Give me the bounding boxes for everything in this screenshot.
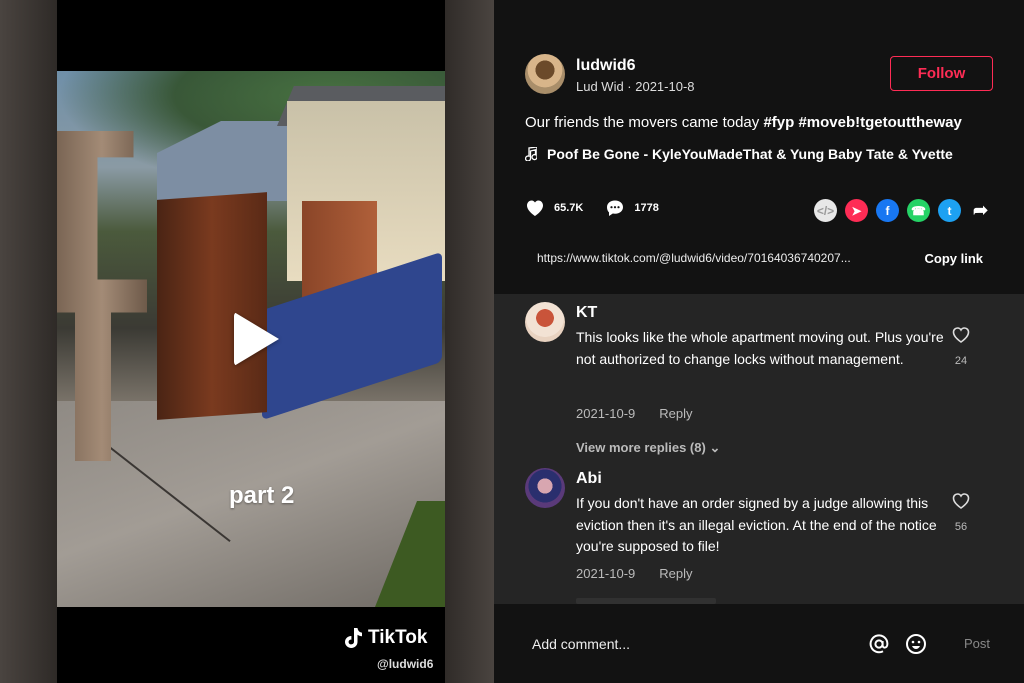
comment-stat[interactable]: 1778	[605, 199, 659, 217]
copy-link-button[interactable]: Copy link	[924, 251, 983, 266]
description-hashtags[interactable]: #fyp #moveb!tgetouttheway	[763, 114, 961, 131]
commenter-avatar[interactable]	[525, 468, 565, 508]
commenter-name[interactable]: KT	[576, 304, 597, 322]
twitter-icon[interactable]: t	[938, 199, 961, 222]
comment-like[interactable]: 24	[949, 326, 973, 367]
reply-button[interactable]: Reply	[659, 406, 692, 421]
comment-like[interactable]: 56	[949, 492, 973, 533]
comment-bubble-icon[interactable]	[605, 199, 625, 217]
comments-list[interactable]: KT This looks like the whole apartment m…	[494, 294, 1024, 604]
video-area: part 2 TikTok @ludwid6	[0, 0, 494, 683]
comment-meta: 2021-10-9 Reply	[576, 406, 693, 421]
comment-like-count: 24	[954, 355, 968, 367]
heart-outline-icon[interactable]	[951, 326, 971, 344]
comment-like-count: 56	[954, 521, 968, 533]
comment-date: 2021-10-9	[576, 566, 636, 581]
watermark-handle: @ludwid6	[377, 657, 434, 671]
video-description: Our friends the movers came today #fyp #…	[525, 114, 962, 131]
music-link[interactable]: Poof Be Gone - KyleYouMadeThat & Yung Ba…	[525, 146, 953, 162]
play-icon[interactable]	[234, 312, 279, 366]
embed-icon[interactable]: </>	[814, 199, 837, 222]
view-more-replies[interactable]: View more replies (8) ⌄	[576, 440, 720, 456]
tiktok-logo-icon	[345, 628, 362, 648]
whatsapp-icon[interactable]: ☎	[907, 199, 930, 222]
author-avatar[interactable]	[525, 54, 565, 94]
comment-item: Abi If you don't have an order signed by…	[525, 468, 995, 598]
video-caption: part 2	[229, 482, 295, 509]
view-more-replies-label: View more replies (8)	[576, 440, 706, 455]
comment-text: This looks like the whole apartment movi…	[576, 329, 944, 367]
tiktok-video-page: part 2 TikTok @ludwid6 ludwid6 Lud Wid ·…	[0, 0, 1024, 683]
commenter-avatar[interactable]	[525, 302, 565, 342]
watermark-text: TikTok	[368, 627, 428, 648]
send-icon[interactable]: ➤	[845, 199, 868, 222]
chevron-down-icon: ⌄	[709, 440, 721, 455]
comment-input[interactable]: Add comment...	[532, 636, 630, 652]
comment-meta: 2021-10-9 Reply	[576, 566, 693, 581]
copy-link-box: https://www.tiktok.com/@ludwid6/video/70…	[525, 240, 995, 276]
comment-item: KT This looks like the whole apartment m…	[525, 302, 995, 462]
video-url: https://www.tiktok.com/@ludwid6/video/70…	[537, 251, 851, 265]
scene-cabinet	[157, 192, 267, 420]
follow-button[interactable]: Follow	[890, 56, 993, 91]
comment-composer: Add comment... Post	[494, 604, 1024, 683]
comment-count: 1778	[634, 202, 659, 214]
share-arrow-icon[interactable]: ➦	[969, 199, 992, 222]
details-panel: ludwid6 Lud Wid · 2021-10-8 Follow Our f…	[494, 0, 1024, 683]
mention-icon[interactable]	[868, 633, 890, 655]
author-username[interactable]: ludwid6	[576, 57, 636, 75]
emoji-icon[interactable]	[905, 633, 927, 655]
description-text: Our friends the movers came today	[525, 114, 764, 131]
commenter-name[interactable]: Abi	[576, 470, 602, 488]
engagement-stats: 65.7K 1778	[525, 199, 681, 217]
like-count: 65.7K	[554, 202, 584, 214]
video-player[interactable]: part 2 TikTok @ludwid6	[57, 0, 445, 683]
author-subline: Lud Wid · 2021-10-8	[576, 79, 695, 94]
music-title: Poof Be Gone - KyleYouMadeThat & Yung Ba…	[547, 146, 953, 162]
tiktok-watermark: TikTok	[344, 627, 427, 649]
share-buttons: </> ➤ f ☎ t ➦	[814, 199, 992, 222]
facebook-icon[interactable]: f	[876, 199, 899, 222]
reply-button[interactable]: Reply	[659, 566, 692, 581]
heart-icon[interactable]	[525, 199, 545, 217]
comment-date: 2021-10-9	[576, 406, 636, 421]
heart-outline-icon[interactable]	[951, 492, 971, 510]
post-button[interactable]: Post	[964, 636, 990, 651]
comment-text: If you don't have an order signed by a j…	[576, 495, 937, 554]
like-stat[interactable]: 65.7K	[525, 199, 583, 217]
music-note-icon	[525, 147, 537, 161]
